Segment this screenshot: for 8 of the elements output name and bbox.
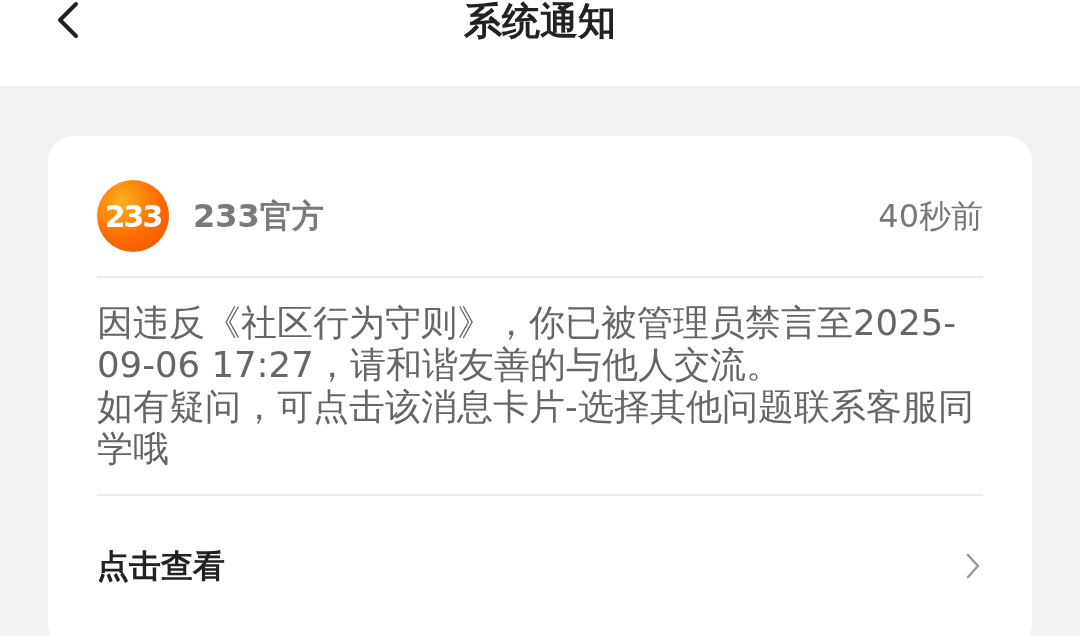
view-link[interactable]: 点击查看 — [97, 496, 983, 636]
page-title: 系统通知 — [464, 2, 616, 45]
notification-card[interactable]: 233 233官方 40秒前 因违反《社区行为守则》，你已被管理员禁言至2025-09-06 17:27，请和谐友善的与他人交流。 如有疑问，可点击该消息卡片-选择其他问题联系客服同学哦 点击查看 — [48, 136, 1032, 636]
message-text: 因违反《社区行为守则》，你已被管理员禁言至2025-09-06 17:27，请和谐友善的与他人交流。 — [97, 302, 958, 386]
sender-name: 233官方 — [193, 196, 324, 237]
message-text: 如有疑问，可点击该消息卡片-选择其他问题联系客服同学哦 — [97, 386, 975, 470]
timestamp: 40秒前 — [878, 196, 983, 237]
logo-icon: 233 — [97, 180, 169, 252]
